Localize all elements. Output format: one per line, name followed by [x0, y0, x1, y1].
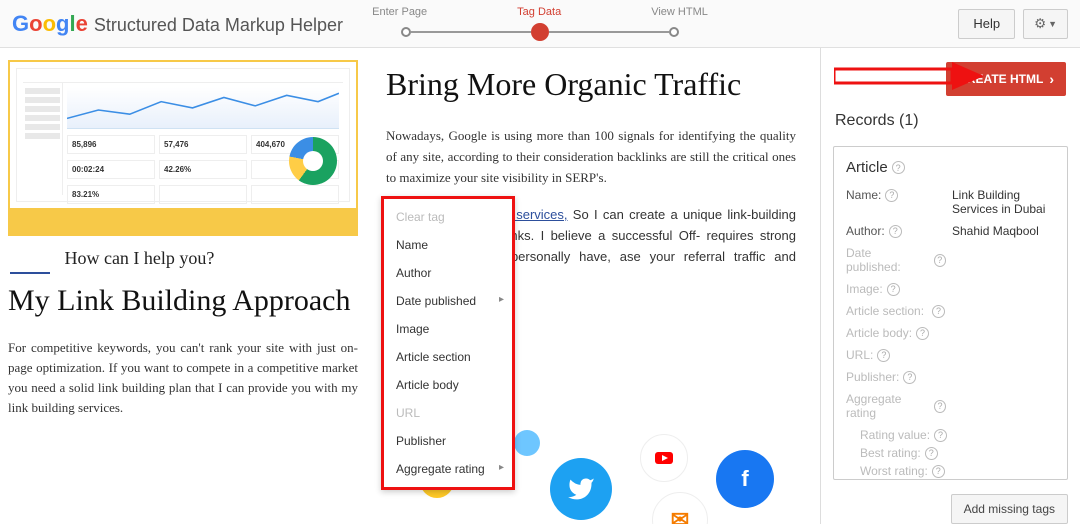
field-author-label: Author:? [846, 224, 946, 238]
bubble-blue [514, 430, 540, 456]
field-publisher: Publisher:? [846, 370, 946, 384]
record-type: Article? [846, 159, 1055, 176]
menu-url: URL [384, 399, 512, 427]
settings-button[interactable]: ⚙ ▼ [1023, 9, 1068, 39]
field-name-label: Name:? [846, 188, 946, 202]
field-aggregate-rating: Aggregate rating? [846, 392, 946, 420]
field-article-body: Article body:? [846, 326, 946, 340]
tag-context-menu: Clear tag Name Author Date published Ima… [381, 196, 515, 490]
paragraph-1: Nowadays, Google is using more than 100 … [386, 125, 796, 188]
field-author-value: Shahid Maqbool [952, 224, 1055, 238]
help-question: How can I help you? [64, 248, 214, 268]
accent-line [10, 272, 50, 274]
step-node-2[interactable] [531, 23, 549, 41]
step-node-3[interactable] [669, 27, 679, 37]
menu-date-published[interactable]: Date published [384, 287, 512, 315]
field-name-value: Link Building Services in Dubai [952, 188, 1055, 216]
step-node-1[interactable] [401, 27, 411, 37]
field-rating-value: Rating value:? [860, 428, 1055, 442]
record-card: Article? Name:? Link Building Services in… [833, 146, 1068, 480]
field-image: Image:? [846, 282, 946, 296]
menu-name[interactable]: Name [384, 231, 512, 259]
stepper [401, 23, 679, 41]
field-date-published: Date published:? [846, 246, 946, 274]
step-view-html: View HTML [651, 6, 708, 18]
tool-name: Structured Data Markup Helper [94, 15, 343, 36]
menu-article-body[interactable]: Article body [384, 371, 512, 399]
create-html-button[interactable]: CREATE HTML › [946, 62, 1066, 96]
donut-chart-icon [289, 137, 337, 185]
gear-icon: ⚙ [1034, 16, 1046, 32]
field-worst-rating: Worst rating:? [860, 464, 1055, 478]
topbar: Google Structured Data Markup Helper Ent… [0, 0, 1080, 48]
add-missing-tags-button[interactable]: Add missing tags [951, 494, 1068, 524]
field-best-rating: Best rating:? [860, 446, 1055, 460]
approach-body: For competitive keywords, you can't rank… [8, 338, 358, 418]
article-heading: Bring More Organic Traffic [386, 66, 796, 103]
google-logo: Google [12, 11, 88, 37]
menu-aggregate-rating[interactable]: Aggregate rating [384, 455, 512, 483]
field-article-section: Article section:? [846, 304, 946, 318]
menu-author[interactable]: Author [384, 259, 512, 287]
stepper-labels: Enter Page Tag Data View HTML [372, 6, 708, 18]
menu-article-section[interactable]: Article section [384, 343, 512, 371]
help-button[interactable]: Help [958, 9, 1015, 39]
twitter-icon [550, 458, 612, 520]
menu-image[interactable]: Image [384, 315, 512, 343]
help-icon[interactable]: ? [892, 161, 905, 174]
field-url: URL:? [846, 348, 946, 362]
records-title: Records (1) [821, 106, 1080, 140]
approach-heading: My Link Building Approach [8, 284, 358, 318]
youtube-icon [640, 434, 688, 482]
menu-clear-tag: Clear tag [384, 203, 512, 231]
facebook-icon: f [716, 450, 774, 508]
logo: Google Structured Data Markup Helper [12, 11, 343, 37]
mail-icon: ✉ [652, 492, 708, 524]
step-tag-data: Tag Data [517, 6, 561, 18]
menu-publisher[interactable]: Publisher [384, 427, 512, 455]
chevron-right-icon: › [1049, 71, 1054, 87]
records-pane: CREATE HTML › Records (1) Article? Name:… [820, 48, 1080, 524]
step-enter-page: Enter Page [372, 6, 427, 18]
caret-down-icon: ▼ [1048, 19, 1057, 29]
analytics-screenshot: 85,896 57,476 404,670 00:02:24 42.26% [8, 60, 358, 210]
create-html-label: CREATE HTML [958, 72, 1043, 86]
